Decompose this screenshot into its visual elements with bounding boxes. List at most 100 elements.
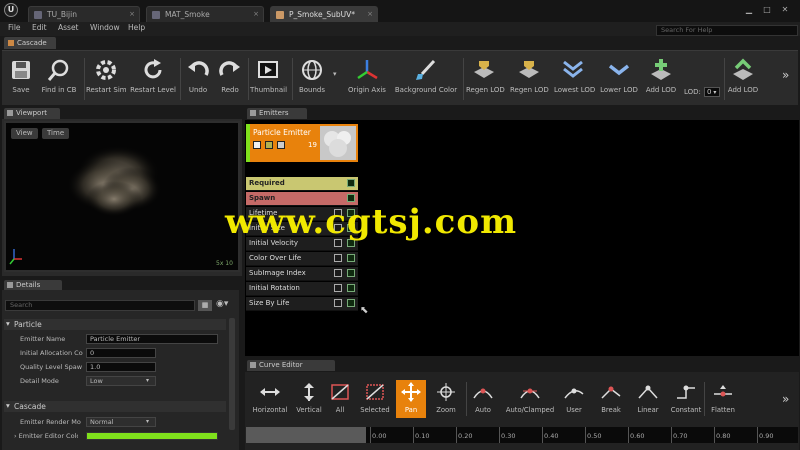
pan-button[interactable]: Pan [396,380,426,418]
section-particle[interactable]: ▾ Particle [4,319,226,330]
module-enable-checkbox[interactable] [334,254,342,262]
close-icon[interactable]: ✕ [778,4,792,16]
section-cascade[interactable]: ▾ Cascade [4,401,226,412]
user-button[interactable]: User [562,382,586,418]
button-label: Lowest LOD [554,86,596,94]
menu-edit[interactable]: Edit [32,23,47,32]
details-scrollbar[interactable] [229,318,235,430]
emitter-module-row[interactable]: Required [246,177,358,191]
emitter-editor-color-swatch[interactable] [86,432,218,440]
button-label: Constant [670,406,702,414]
minimize-icon[interactable]: ▁ [742,4,756,16]
zoom-button[interactable]: Zoom [432,382,460,418]
selected-button[interactable]: Selected [358,382,392,418]
regen-lod-2-button[interactable]: Regen LOD [510,58,549,102]
cascade-icon [8,40,14,46]
eye-icon[interactable]: ◉▾ [216,299,228,309]
curve-toolbar-more-icon[interactable]: » [782,392,789,406]
emitter-header[interactable]: Particle Emitter 19 [246,124,358,162]
emitter-render-mode-icon[interactable] [277,141,285,149]
menu-file[interactable]: File [8,23,21,32]
vertical-button[interactable]: Vertical [294,382,324,418]
horizontal-button[interactable]: Horizontal [250,382,290,418]
module-label: Color Over Life [249,254,302,262]
flatten-button[interactable]: Flatten [708,382,738,418]
module-enable-checkbox[interactable] [334,269,342,277]
details-search-input[interactable]: Search [5,300,195,311]
background-color-button[interactable]: Background Color [392,58,460,102]
emitter-enable-checkbox[interactable] [253,141,261,149]
tab-viewport[interactable]: Viewport [4,108,60,119]
emitter-module-row[interactable]: Initial Rotation [246,282,358,296]
module-enable-checkbox[interactable] [334,284,342,292]
module-curve-icon[interactable] [347,269,355,277]
tab-label: Emitters [259,109,289,117]
tab-tu-bijin[interactable]: TU_Bijin × [28,6,140,22]
lod-select[interactable]: 0 ▾ [704,87,720,97]
save-button[interactable]: Save [6,58,36,102]
lowest-lod-button[interactable]: Lowest LOD [554,58,596,102]
module-curve-icon[interactable] [347,299,355,307]
find-icon [47,58,71,82]
viewport-canvas[interactable]: View Time 5x 10 [4,121,240,272]
module-enable-checkbox[interactable] [334,299,342,307]
tab-curve-editor[interactable]: Curve Editor [247,360,335,371]
close-tab-icon[interactable]: × [367,10,373,18]
bounds-dropdown-arrow-icon[interactable]: ▾ [333,70,337,78]
auto-clamped-button[interactable]: Auto/Clamped [504,382,556,418]
unreal-logo-icon: U [4,3,18,17]
menu-window[interactable]: Window [90,23,120,32]
all-button[interactable]: All [328,382,352,418]
close-tab-icon[interactable]: × [253,10,259,18]
particle-system-icon [276,11,284,19]
find-in-cb-button[interactable]: Find in CB [38,58,80,102]
module-curve-icon[interactable] [347,284,355,292]
tab-p-smoke-subuv[interactable]: P_Smoke_SubUV* × [270,6,378,22]
view-button[interactable]: View [11,128,38,139]
bounds-button[interactable]: Bounds [296,58,328,102]
tab-mat-smoke[interactable]: MAT_Smoke × [146,6,264,22]
menu-help[interactable]: Help [128,23,145,32]
close-tab-icon[interactable]: × [129,10,135,18]
toolbar-more-icon[interactable]: » [782,68,789,82]
restart-level-button[interactable]: Restart Level [130,58,176,102]
grid-view-icon[interactable]: ▦ [198,300,212,311]
module-curve-icon[interactable] [347,179,355,187]
tab-emitters[interactable]: Emitters [247,108,307,119]
timeline-tick-line [413,427,414,443]
time-button[interactable]: Time [42,128,70,139]
quality-level-field[interactable]: 1.0 [86,362,156,372]
button-label: Restart Sim [86,86,127,94]
fit-horizontal-icon [259,382,281,402]
undo-button[interactable]: Undo [184,58,212,102]
emitter-solo-icon[interactable] [265,141,273,149]
emitter-module-row[interactable]: Size By Life [246,297,358,311]
lower-lod-button[interactable]: Lower LOD [600,58,638,102]
linear-button[interactable]: Linear [634,382,662,418]
restart-sim-button[interactable]: Restart Sim [86,58,127,102]
search-help-input[interactable]: Search For Help [656,25,798,36]
add-lod-button[interactable]: Add LOD [644,58,678,102]
curve-track-list[interactable] [246,427,366,443]
emitter-name-field[interactable]: Particle Emitter [86,334,218,344]
maximize-icon[interactable]: □ [760,4,774,16]
save-icon [9,58,33,82]
regen-lod-button[interactable]: Regen LOD [466,58,505,102]
tab-cascade[interactable]: Cascade [4,37,56,49]
add-lod-2-button[interactable]: Add LOD [726,58,760,102]
origin-axis-button[interactable]: Origin Axis [346,58,388,102]
auto-button[interactable]: Auto [470,382,496,418]
timeline-tick-line [714,427,715,443]
redo-button[interactable]: Redo [216,58,244,102]
emitter-module-row[interactable]: SubImage Index [246,267,358,281]
button-label: Selected [360,406,390,414]
emitter-module-row[interactable]: Color Over Life [246,252,358,266]
linear-icon [637,382,659,402]
thumbnail-button[interactable]: Thumbnail [250,58,287,102]
constant-button[interactable]: Constant [668,382,704,418]
menu-asset[interactable]: Asset [58,23,79,32]
module-curve-icon[interactable] [347,194,355,202]
initial-allocation-field[interactable]: 0 [86,348,156,358]
break-button[interactable]: Break [598,382,624,418]
module-curve-icon[interactable] [347,254,355,262]
